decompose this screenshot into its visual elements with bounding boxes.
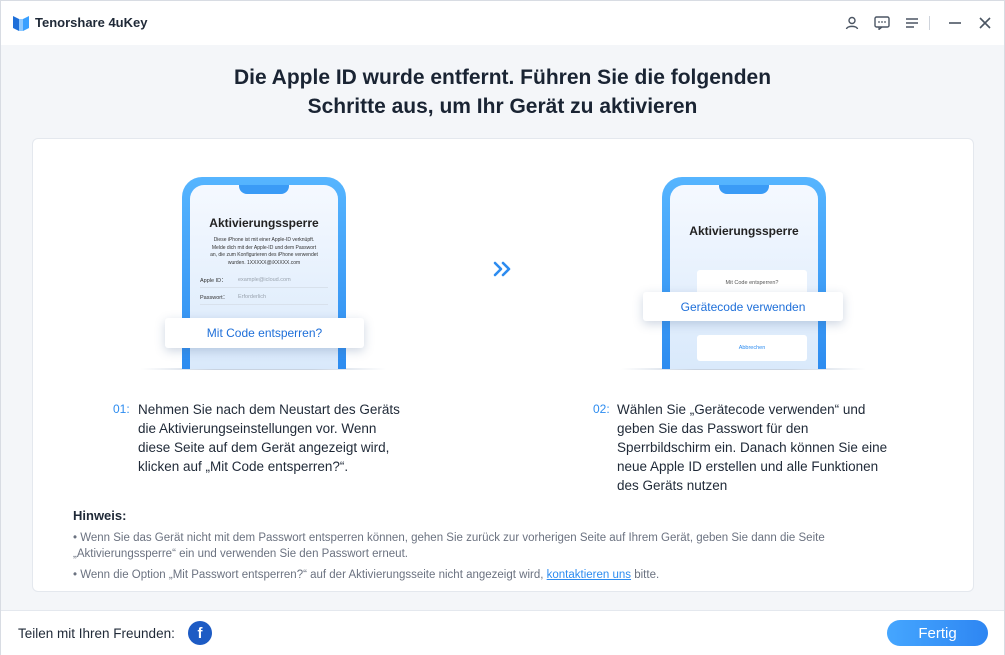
- phone-2-title: Aktivierungssperre: [689, 224, 799, 238]
- note-line-2-end: bitte.: [631, 569, 660, 581]
- phone-1-desc-4: wurden. 1XXXXX@iXXXXX.com: [227, 259, 301, 266]
- feedback-icon[interactable]: [872, 13, 892, 33]
- app-name: Tenorshare 4uKey: [35, 15, 148, 30]
- step-1-line: Nehmen Sie nach dem Neustart des Geräts: [138, 402, 400, 417]
- phone-2-illustration: Aktivierungssperre Mit Code entsperren? …: [662, 177, 826, 369]
- menu-icon[interactable]: [902, 13, 922, 33]
- step-1-line: die Aktivierungseinstellungen vor. Wenn: [138, 421, 377, 436]
- step-2-line: des Geräts nutzen: [617, 478, 728, 493]
- phone-2-cancel-box: Abbrechen: [697, 335, 807, 361]
- step-2-line: Wählen Sie „Gerätecode verwenden“ und: [617, 402, 866, 417]
- phone-1-password-row: Passwort： Erforderlich: [200, 290, 328, 305]
- done-button[interactable]: Fertig: [887, 620, 988, 646]
- share-label: Teilen mit Ihren Freunden:: [18, 626, 175, 641]
- step-2-line: Sperrbildschirm ein. Danach können Sie e…: [617, 440, 888, 455]
- note-line-1b: „Aktivierungssperre“ ein und verwenden S…: [73, 548, 408, 560]
- note-title: Hinweis:: [73, 508, 127, 523]
- phone-1-appleid-row: Apple ID： example@icloud.com: [200, 273, 328, 288]
- phone-1-unlock-with-code-popup: Mit Code entsperren?: [165, 318, 364, 348]
- app-logo-icon: [13, 16, 29, 31]
- step-2-line: neue Apple ID erstellen und alle Funktio…: [617, 459, 879, 474]
- step-1-text: Nehmen Sie nach dem Neustart des Geräts …: [138, 400, 400, 476]
- phone-1-appleid-label: Apple ID：: [200, 278, 227, 284]
- step-1-number: 01:: [113, 402, 130, 416]
- page-heading: Die Apple ID wurde entfernt. Führen Sie …: [1, 63, 1004, 121]
- step-2-line: geben Sie das Passwort für den: [617, 421, 809, 436]
- phone-1-password-label: Passwort：: [200, 295, 229, 301]
- facebook-icon[interactable]: f: [188, 621, 212, 645]
- phone-1-desc-3: an, die zum Konfigurieren des iPhone ver…: [210, 252, 318, 258]
- note-line-2: • Wenn die Option „Mit Passwort entsperr…: [73, 567, 659, 583]
- double-chevron-right-icon: [493, 261, 511, 277]
- phone-2-notch: [719, 185, 769, 194]
- step-2-number: 02:: [593, 402, 610, 416]
- phone-1-title: Aktivierungssperre: [209, 216, 319, 230]
- instructions-card: [32, 138, 974, 592]
- close-icon[interactable]: [975, 13, 995, 33]
- title-bar: Tenorshare 4uKey: [1, 1, 1004, 45]
- phone-1-password-placeholder: Erforderlich: [238, 294, 267, 300]
- step-2-text: Wählen Sie „Gerätecode verwenden“ und ge…: [617, 400, 887, 495]
- note-line-2-text: • Wenn die Option „Mit Passwort entsperr…: [73, 569, 547, 581]
- footer-bar: Teilen mit Ihren Freunden: f Fertig: [1, 610, 1004, 655]
- minimize-icon[interactable]: [945, 13, 965, 33]
- user-icon[interactable]: [842, 13, 862, 33]
- heading-line-1: Die Apple ID wurde entfernt. Führen Sie …: [233, 66, 772, 89]
- note-line-1a: • Wenn Sie das Gerät nicht mit dem Passw…: [73, 532, 825, 544]
- titlebar-divider: [929, 16, 930, 30]
- step-1-line: klicken auf „Mit Code entsperren?“.: [138, 459, 349, 474]
- contact-us-link[interactable]: kontaktieren uns: [547, 569, 631, 581]
- app-window: Tenorshare 4uKey Die Apple ID wurde entf…: [0, 0, 1005, 655]
- phone-1-desc-1: Diese iPhone ist mit einer Apple-ID verk…: [213, 237, 315, 243]
- phone-1-desc-2: Melde dich mit der Apple-ID und dem Pass…: [211, 244, 317, 251]
- heading-line-2: Schritte aus, um Ihr Gerät zu aktivieren: [307, 95, 698, 118]
- step-1-line: diese Seite auf dem Gerät angezeigt wird…: [138, 440, 390, 455]
- phone-2-use-device-code-popup: Gerätecode verwenden: [643, 292, 843, 321]
- phone-2-screen: Aktivierungssperre Mit Code entsperren? …: [670, 185, 818, 369]
- phone-1-appleid-placeholder: example@icloud.com: [238, 277, 291, 283]
- phone-1-notch: [239, 185, 289, 194]
